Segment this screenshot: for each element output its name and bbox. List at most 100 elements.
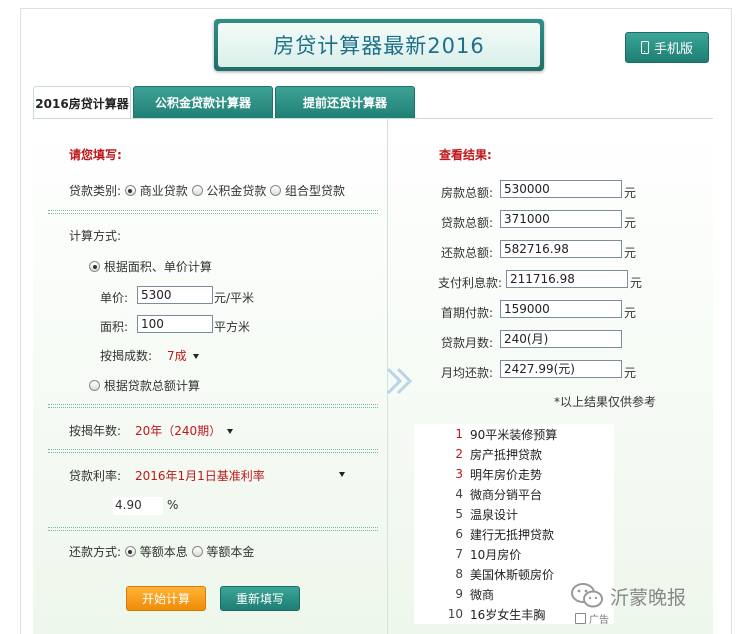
double-chevron-right-icon: [386, 367, 413, 395]
divider: [48, 404, 378, 408]
result-unit: 元: [630, 276, 643, 290]
result-down-payment: 159000: [500, 300, 622, 318]
list-item[interactable]: 6 建行无抵押贷款: [414, 524, 554, 544]
link-text: 明年房价走势: [470, 467, 543, 482]
result-monthly-payment: 2427.99(元): [500, 360, 622, 378]
link-text: 建行无抵押贷款: [470, 527, 555, 542]
repay-method-row: 还款方式: 等额本息 等额本金: [69, 543, 254, 560]
result-unit: 元: [624, 366, 637, 380]
list-item[interactable]: 2 房产抵押贷款: [414, 444, 542, 464]
area-label: 面积:: [100, 320, 129, 334]
result-label-down-payment: 首期付款:: [440, 306, 493, 320]
radio-combined-loan[interactable]: [270, 185, 282, 196]
phone-icon: [640, 41, 649, 54]
result-label-repay-total: 还款总额:: [440, 246, 493, 260]
list-item[interactable]: 10 16岁女生丰胸: [414, 604, 546, 624]
list-item[interactable]: 4 微商分销平台: [414, 484, 542, 504]
rate-percent-unit: %: [167, 498, 179, 512]
link-text: 微商: [470, 587, 495, 602]
chevron-down-icon: [192, 354, 199, 359]
ratio-value: 7成: [167, 349, 187, 363]
repay-equal-principal: 等额本金: [206, 545, 255, 559]
divider: [48, 527, 378, 531]
link-text: 16岁女生丰胸: [470, 607, 546, 622]
watermark: 沂蒙晚报: [570, 582, 686, 610]
result-loan-total: 371000: [500, 210, 622, 228]
chevron-down-icon: [339, 472, 345, 477]
radio-equal-installment[interactable]: [124, 546, 136, 557]
start-calculation-button[interactable]: 开始计算: [126, 586, 206, 611]
list-item[interactable]: 5 温泉设计: [414, 504, 518, 524]
result-repay-total: 582716.98: [500, 240, 622, 258]
ratio-select[interactable]: 7成: [167, 347, 199, 364]
link-text: 温泉设计: [470, 507, 519, 522]
list-item[interactable]: 7 10月房价: [414, 544, 521, 564]
rate-label: 贷款利率:: [69, 469, 122, 483]
tab-prepayment[interactable]: 提前还贷计算器: [275, 86, 415, 118]
loan-type-provident: 公积金贷款: [206, 184, 267, 198]
method-area-label: 根据面积、单价计算: [103, 260, 212, 274]
result-interest: 211716.98: [506, 270, 628, 288]
years-select[interactable]: 20年（240期）: [135, 422, 234, 439]
radio-commercial-loan[interactable]: [124, 185, 136, 196]
radio-method-area[interactable]: [89, 261, 100, 272]
list-item[interactable]: 1 90平米装修预算: [414, 424, 557, 444]
form-section-title: 请您填写:: [69, 148, 122, 162]
rate-number-input[interactable]: 4.90: [113, 497, 163, 515]
method-area-row: 根据面积、单价计算: [89, 258, 212, 275]
link-rank: 8: [455, 567, 463, 581]
years-label: 按揭年数:: [69, 424, 122, 438]
link-rank: 3: [455, 467, 463, 481]
radio-method-total[interactable]: [89, 380, 100, 391]
price-input[interactable]: 5300: [137, 286, 213, 304]
tab-2016-mortgage[interactable]: 2016房贷计算器: [33, 86, 131, 119]
reset-form-button[interactable]: 重新填写: [220, 586, 300, 611]
radio-equal-principal[interactable]: [191, 546, 203, 557]
link-rank: 10: [447, 607, 463, 621]
input-form: 请您填写: 贷款类别: 商业贷款 公积金贷款 组合型贷款 计算方式: 根据面积、…: [33, 119, 386, 634]
watermark-text: 沂蒙晚报: [610, 586, 687, 609]
result-label-months: 贷款月数:: [440, 336, 493, 350]
mobile-version-label: 手机版: [653, 42, 693, 57]
title-banner: 房贷计算器最新2016: [214, 19, 544, 71]
loan-type-row: 贷款类别: 商业贷款 公积金贷款 组合型贷款: [69, 182, 345, 199]
area-unit: 平方米: [214, 320, 251, 334]
calculator-tabs: 2016房贷计算器 公积金贷款计算器 提前还贷计算器: [33, 86, 415, 119]
list-item[interactable]: 8 美国休斯顿房价: [414, 564, 554, 584]
result-label-interest: 支付利息款:: [437, 276, 502, 290]
loan-type-label: 贷款类别:: [69, 184, 122, 198]
price-unit: 元/平米: [214, 291, 255, 305]
link-rank: 9: [455, 587, 463, 601]
repay-method-label: 还款方式:: [69, 545, 122, 559]
loan-type-combined: 组合型贷款: [285, 184, 346, 198]
link-rank: 4: [455, 487, 463, 501]
rate-value: 2016年1月1日基准利率: [135, 469, 265, 483]
link-text: 微商分销平台: [470, 487, 543, 502]
ad-icon: [575, 613, 586, 624]
result-unit: 元: [624, 306, 637, 320]
link-rank: 7: [455, 547, 463, 561]
result-unit: 元: [624, 246, 637, 260]
radio-provident-loan[interactable]: [191, 185, 203, 196]
price-label: 单价:: [100, 291, 129, 305]
result-months: 240(月): [500, 330, 622, 348]
link-text: 10月房价: [470, 547, 522, 562]
years-value: 20年（240期）: [135, 424, 222, 438]
rate-select[interactable]: 2016年1月1日基准利率: [135, 467, 345, 484]
result-house-total: 530000: [500, 180, 622, 198]
tab-provident-fund[interactable]: 公积金贷款计算器: [133, 86, 273, 118]
result-label-house-total: 房款总额:: [440, 186, 493, 200]
link-rank: 1: [455, 427, 463, 441]
link-rank: 6: [455, 527, 463, 541]
list-item[interactable]: 9 微商: [414, 584, 494, 604]
divider: [48, 210, 378, 214]
area-input[interactable]: 100: [137, 315, 213, 333]
link-rank: 5: [455, 507, 463, 521]
link-text: 房产抵押贷款: [470, 447, 543, 462]
list-item[interactable]: 3 明年房价走势: [414, 464, 542, 484]
repay-equal-installment: 等额本息: [139, 545, 188, 559]
results-note: *以上结果仅供参考: [554, 395, 657, 409]
wechat-icon: [571, 583, 603, 608]
results-section-title: 查看结果:: [439, 148, 492, 162]
mobile-version-button[interactable]: 手机版: [625, 32, 709, 63]
